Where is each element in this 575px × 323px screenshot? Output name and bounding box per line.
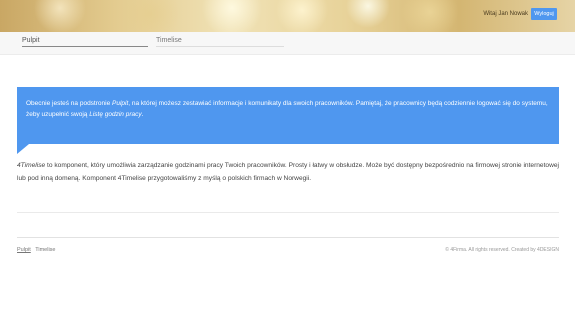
- footer-link-timelise[interactable]: Timelise: [35, 247, 55, 253]
- info-callout-tail: [17, 144, 29, 154]
- description-text: to komponent, który umożliwia zarządzani…: [17, 162, 559, 182]
- work-hours-list-link[interactable]: Listę godzin pracy: [89, 111, 141, 118]
- product-name: 4Timelise: [17, 162, 46, 169]
- footer-divider: [17, 237, 559, 238]
- welcome-text: Witaj Jan Nowak: [483, 11, 528, 17]
- sub-navigation: Pulpit Timelise: [0, 32, 575, 55]
- content-divider: [17, 212, 559, 213]
- footer-nav: Pulpit Timelise: [17, 247, 55, 253]
- description-paragraph: 4Timelise to komponent, który umożliwia …: [17, 160, 559, 185]
- logout-button[interactable]: Wyloguj: [531, 8, 557, 20]
- info-text: Obecnie jesteś na podstronie Pulpit, na …: [26, 98, 553, 120]
- footer-link-pulpit[interactable]: Pulpit: [17, 247, 31, 253]
- copyright-text: © 4Firma. All rights reserved. Created b…: [445, 247, 559, 253]
- tab-pulpit[interactable]: Pulpit: [22, 37, 148, 47]
- header-banner: Witaj Jan Nowak Wyloguj: [0, 0, 575, 32]
- info-callout: Obecnie jesteś na podstronie Pulpit, na …: [17, 87, 559, 144]
- info-text-part1: Obecnie jesteś na podstronie: [26, 100, 112, 107]
- tab-timelise[interactable]: Timelise: [156, 37, 284, 47]
- info-text-part3: .: [141, 111, 144, 118]
- info-page-name: Pulpit: [112, 100, 129, 107]
